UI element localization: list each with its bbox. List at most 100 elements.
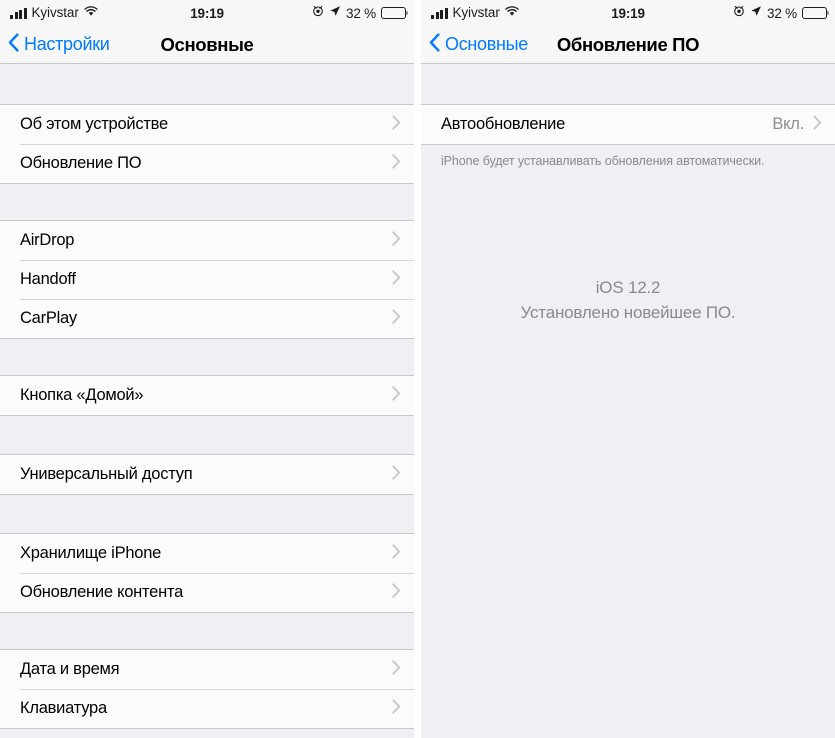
general-settings-list[interactable]: Об этом устройстве Обновление ПО AirDrop… [0,64,414,738]
disclosure-chevron-icon [392,153,401,174]
table-row[interactable]: Обновление контента [0,573,414,612]
table-row[interactable]: Универсальный доступ [0,455,414,494]
table-row[interactable]: Хранилище iPhone [0,534,414,573]
row-accessory-group [392,230,401,251]
status-bar-right-group: 32 % [312,4,409,22]
section-spacer [0,416,414,454]
alarm-clock-icon [733,4,745,22]
status-bar-left-group: Kyivstar [10,4,98,22]
row-accessory-group [392,464,401,485]
panel-divider [414,0,421,738]
navigation-bar-right: Основные Обновление ПО [421,26,835,64]
section-spacer [0,184,414,220]
navigation-bar-left: Настройки Основные [0,26,414,64]
left-phone-screen: Kyivstar 19:19 32 % Настройки Основные О… [0,0,414,738]
row-label: Handoff [20,270,76,289]
row-accessory-group: Вкл. [772,114,822,135]
row-label: Автообновление [441,115,566,134]
back-button-label: Основные [445,34,529,54]
auto-update-row[interactable]: Автообновление Вкл. [421,105,835,144]
row-accessory-group [392,582,401,603]
battery-percentage-label: 32 % [346,5,376,21]
cellular-signal-icon [10,7,27,19]
dual-screenshot-container: Kyivstar 19:19 32 % Настройки Основные О… [0,0,835,738]
status-bar-right-group: 32 % [733,4,830,22]
battery-icon [802,7,830,19]
row-accessory-group [392,308,401,329]
table-row[interactable]: Клавиатура [0,689,414,728]
settings-group-connectivity: AirDrop Handoff CarPlay [0,220,414,339]
section-spacer [0,495,414,533]
right-phone-screen: Kyivstar 19:19 32 % Основные Обновление … [421,0,835,738]
row-accessory-group [392,269,401,290]
row-accessory-group [392,698,401,719]
settings-group-storage: Хранилище iPhone Обновление контента [0,533,414,613]
section-spacer [421,64,835,104]
settings-group-accessibility: Универсальный доступ [0,454,414,495]
status-bar-left-group: Kyivstar [431,4,519,22]
row-accessory-group [392,543,401,564]
ios-version-label: iOS 12.2 [595,278,661,297]
disclosure-chevron-icon [392,385,401,406]
row-label: AirDrop [20,231,75,250]
table-row[interactable]: Дата и время [0,650,414,689]
settings-group-auto-update: Автообновление Вкл. [421,104,835,145]
chevron-left-icon [429,32,440,57]
disclosure-chevron-icon [392,269,401,290]
wifi-icon [505,4,519,22]
cellular-signal-icon [431,7,448,19]
row-label: Об этом устройстве [20,115,168,134]
row-label: Обновление ПО [20,154,142,173]
row-accessory-group [392,385,401,406]
settings-group-home-button: Кнопка «Домой» [0,375,414,416]
carrier-label: Kyivstar [31,5,79,21]
row-label: Кнопка «Домой» [20,386,144,405]
location-arrow-icon [329,4,341,22]
table-row[interactable]: Об этом устройстве [0,105,414,144]
disclosure-chevron-icon [392,582,401,603]
wifi-icon [84,4,98,22]
up-to-date-message: Установлено новейшее ПО. [520,302,736,322]
auto-update-value: Вкл. [772,115,804,134]
row-label: Дата и время [20,660,120,679]
disclosure-chevron-icon [392,230,401,251]
row-label: Обновление контента [20,583,184,602]
alarm-clock-icon [312,4,324,22]
table-row[interactable]: Обновление ПО [0,144,414,183]
disclosure-chevron-icon [392,464,401,485]
disclosure-chevron-icon [392,114,401,135]
auto-update-footer-note: iPhone будет устанавливать обновления ав… [441,154,765,168]
table-row[interactable]: CarPlay [0,299,414,338]
location-arrow-icon [750,4,762,22]
status-bar-right: Kyivstar 19:19 32 % [421,0,835,26]
disclosure-chevron-icon [392,698,401,719]
section-spacer [0,64,414,104]
table-row[interactable]: Кнопка «Домой» [0,376,414,415]
chevron-left-icon [8,32,19,57]
row-accessory-group [392,114,401,135]
settings-group-device: Об этом устройстве Обновление ПО [0,104,414,184]
settings-group-datetime: Дата и время Клавиатура [0,649,414,729]
section-spacer [0,613,414,649]
row-label: Хранилище iPhone [20,544,162,563]
status-bar-left: Kyivstar 19:19 32 % [0,0,414,26]
battery-percentage-label: 32 % [767,5,797,21]
disclosure-chevron-icon [392,659,401,680]
back-button-general[interactable]: Основные [421,32,529,57]
disclosure-chevron-icon [813,114,822,135]
row-label: Клавиатура [20,699,107,718]
battery-icon [381,7,409,19]
row-label: CarPlay [20,309,77,328]
row-accessory-group [392,659,401,680]
section-spacer [0,339,414,375]
disclosure-chevron-icon [392,543,401,564]
row-label: Универсальный доступ [20,465,193,484]
back-button-settings[interactable]: Настройки [0,32,110,57]
software-update-view: Автообновление Вкл. iPhone будет устанав… [421,64,835,738]
disclosure-chevron-icon [392,308,401,329]
update-status-block: iOS 12.2 Установлено новейшее ПО. [421,276,835,325]
carrier-label: Kyivstar [452,5,500,21]
row-accessory-group [392,153,401,174]
table-row[interactable]: Handoff [0,260,414,299]
table-row[interactable]: AirDrop [0,221,414,260]
